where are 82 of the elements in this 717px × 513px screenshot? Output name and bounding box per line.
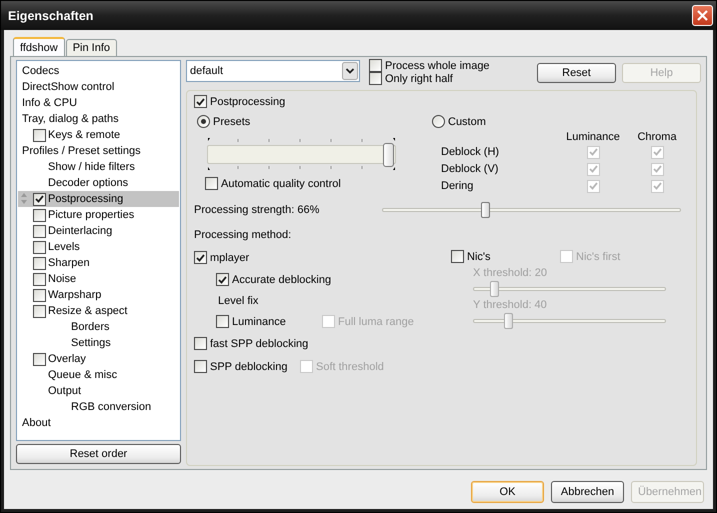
checkbox[interactable]: [33, 128, 46, 142]
tree-item[interactable]: Decoder options: [18, 175, 179, 191]
tree-item[interactable]: Borders: [18, 319, 179, 335]
tree-item[interactable]: Deinterlacing: [18, 223, 179, 239]
checkbox[interactable]: [33, 208, 46, 222]
radio-label: Custom: [448, 116, 486, 128]
checkbox[interactable]: [33, 192, 46, 206]
tree-item[interactable]: Output: [18, 383, 179, 399]
strength-label: Processing strength: 66%: [194, 204, 320, 216]
checkbox-label: Nic's: [467, 250, 490, 262]
checkbox[interactable]: [33, 256, 46, 270]
tree-item[interactable]: Levels: [18, 239, 179, 255]
column-header: Chroma: [636, 131, 678, 143]
tab[interactable]: Pin Info: [66, 39, 118, 56]
close-icon: [697, 10, 708, 21]
radio-button[interactable]: [432, 115, 445, 128]
row-label: Deblock (H): [441, 145, 500, 160]
tree-item[interactable]: Overlay: [18, 351, 179, 367]
tab[interactable]: ffdshow: [13, 37, 65, 56]
checkbox[interactable]: [369, 59, 382, 72]
checkbox-label: Only right half: [385, 72, 453, 84]
tree-item[interactable]: About: [18, 415, 179, 431]
tree-item[interactable]: RGB conversion: [18, 399, 179, 415]
tree-item[interactable]: Show / hide filters: [18, 159, 179, 175]
checkbox[interactable]: [451, 250, 464, 263]
reset-order-button[interactable]: Reset order: [16, 444, 181, 464]
checkbox[interactable]: [33, 224, 46, 238]
tree-item[interactable]: Resize & aspect: [18, 303, 179, 319]
close-button[interactable]: [692, 5, 713, 26]
checkbox-label: Accurate deblocking: [232, 274, 332, 286]
tree-item[interactable]: Noise: [18, 271, 179, 287]
checkbox[interactable]: [216, 273, 229, 286]
window-title: Eigenschaften: [8, 8, 94, 22]
threshold-label: Y threshold: 40: [473, 299, 548, 311]
tree-item[interactable]: Settings: [18, 335, 179, 351]
checkbox[interactable]: [33, 272, 46, 286]
radio-label: Presets: [213, 116, 250, 128]
checkbox-label: Postprocessing: [210, 96, 286, 108]
tree-item[interactable]: Info & CPU: [18, 95, 179, 111]
tree-item[interactable]: DirectShow control: [18, 79, 179, 95]
checkbox[interactable]: [369, 72, 382, 85]
dialog-button[interactable]: Abbrechen: [551, 481, 624, 503]
checkbox[interactable]: [33, 288, 46, 302]
checkbox[interactable]: [33, 304, 46, 318]
checkbox[interactable]: [194, 337, 207, 350]
reset-button[interactable]: Reset: [537, 63, 616, 83]
section-label: Processing method:: [194, 229, 292, 241]
checkbox[interactable]: [216, 315, 229, 328]
tree-item[interactable]: Warpsharp: [18, 287, 179, 303]
checkbox[interactable]: [194, 95, 207, 108]
checkbox[interactable]: [33, 352, 46, 366]
slider-thumb[interactable]: [480, 202, 490, 218]
tree-item[interactable]: Picture properties: [18, 207, 179, 223]
checkbox[interactable]: [205, 177, 218, 190]
tree-item[interactable]: Tray, dialog & paths: [18, 111, 179, 127]
checkbox-label: Automatic quality control: [221, 178, 341, 190]
checkbox-label: Luminance: [232, 316, 286, 328]
checkbox[interactable]: [194, 251, 207, 264]
checkbox-label: Soft threshold: [316, 360, 384, 372]
tree-item[interactable]: Sharpen: [18, 255, 179, 271]
tree-item[interactable]: Postprocessing: [18, 191, 179, 207]
tree-item[interactable]: Queue & misc: [18, 367, 179, 383]
checkbox-label: Full luma range: [338, 316, 414, 328]
checkbox[interactable]: [194, 360, 207, 373]
tree-item[interactable]: Codecs: [18, 63, 179, 79]
checkbox[interactable]: [33, 240, 46, 254]
section-label: Level fix: [218, 294, 258, 306]
tree-item[interactable]: Keys & remote: [18, 127, 179, 143]
row-label: Dering: [441, 179, 474, 194]
checkbox-label: Process whole image: [385, 60, 490, 72]
row-label: Deblock (V): [441, 162, 500, 177]
threshold-label: X threshold: 20: [473, 267, 548, 279]
dialog-button[interactable]: OK: [471, 481, 544, 503]
checkbox-label: SPP deblocking: [210, 360, 288, 372]
checkbox-label: mplayer: [210, 252, 250, 264]
slider-thumb[interactable]: [383, 143, 394, 167]
column-header: Luminance: [565, 131, 621, 143]
checkbox-label: fast SPP deblocking: [210, 338, 308, 350]
checkbox-label: Nic's first: [576, 250, 620, 262]
tree-item[interactable]: Profiles / Preset settings: [18, 143, 179, 159]
radio-button[interactable]: [197, 115, 210, 128]
profile-dropdown[interactable]: default: [186, 60, 360, 82]
